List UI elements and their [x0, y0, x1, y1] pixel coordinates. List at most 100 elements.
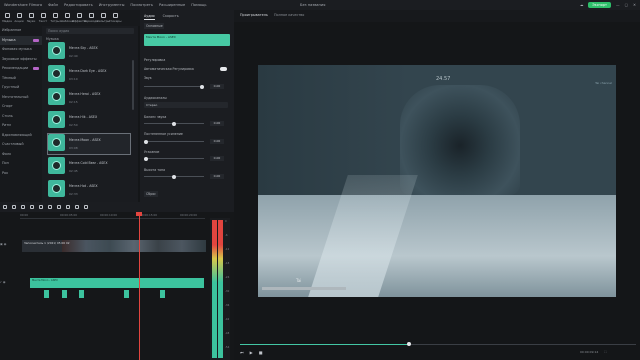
player-right-controls: 00:00:09:14 ⛶: [580, 350, 606, 354]
sidebar-item[interactable]: Избранное: [0, 26, 42, 36]
stop-icon[interactable]: ■: [259, 350, 263, 355]
video-track-head[interactable]: ▣ ◉: [0, 242, 20, 246]
audio-keyframe[interactable]: [160, 290, 165, 298]
undo-icon[interactable]: [3, 205, 7, 209]
prev-frame-icon[interactable]: ⏮: [240, 350, 244, 355]
balance-knob[interactable]: [172, 121, 176, 126]
menu-help[interactable]: Помощь: [191, 3, 206, 7]
playback-knob[interactable]: [407, 342, 411, 346]
tool-audio[interactable]: Звуки: [26, 10, 36, 26]
channel-select[interactable]: Стерео: [144, 102, 228, 108]
audio-keyframe[interactable]: [79, 290, 84, 298]
track-item[interactable]: Мечта Sky - ASEX 02:40: [48, 42, 130, 62]
fade-out-value[interactable]: 0.00: [210, 156, 224, 161]
fade-out-slider[interactable]: [144, 156, 204, 161]
pitch-value[interactable]: 0.00: [210, 174, 224, 179]
fullscreen-icon[interactable]: ⛶: [604, 350, 606, 354]
playhead-line[interactable]: [139, 213, 140, 360]
audio-keyframe[interactable]: [62, 290, 67, 298]
tool-media[interactable]: Медиа: [2, 10, 12, 26]
delete-icon[interactable]: [21, 205, 25, 209]
fade-in-value[interactable]: 0.00: [210, 139, 224, 144]
redo-icon[interactable]: [12, 205, 16, 209]
subtab-basic[interactable]: Основные: [144, 23, 164, 29]
sidebar-item[interactable]: Фоновая музыка: [0, 45, 42, 55]
video-preview[interactable]: 24.57 Tai channel Tai: [258, 65, 616, 297]
audio-clip[interactable]: Мечта Moon - ASEX: [30, 278, 204, 288]
sidebar-item[interactable]: Ритм: [0, 121, 42, 131]
sidebar-item[interactable]: Звуковые эффекты: [0, 55, 42, 65]
track-item[interactable]: Мечта Cold Bear - ASEX 02:45: [48, 157, 130, 177]
playhead-handle[interactable]: [136, 212, 142, 216]
reset-button[interactable]: Сброс: [144, 191, 158, 197]
pitch-slider[interactable]: [144, 174, 204, 179]
auto-adjust-toggle[interactable]: [220, 67, 227, 71]
track-item[interactable]: Мечта Heroi - ASEX 02:15: [48, 88, 130, 108]
sidebar-item[interactable]: Мечтательный: [0, 93, 42, 103]
time-ruler[interactable]: 00:00 00:00:05:00 00:00:10:00 00:00:15:0…: [20, 213, 205, 219]
tool-titles[interactable]: Титры: [50, 10, 60, 26]
close-icon[interactable]: ✕: [633, 3, 636, 7]
tab-speed[interactable]: Скорость: [163, 12, 179, 20]
tool-filters[interactable]: Фильтры: [96, 10, 110, 26]
app-menu[interactable]: Wondershare Filmora: [4, 3, 42, 7]
pitch-knob[interactable]: [172, 174, 176, 179]
tool-stock[interactable]: Акции: [14, 10, 24, 26]
keyframe-icon[interactable]: [75, 205, 79, 209]
balance-value[interactable]: 0.00: [210, 121, 224, 126]
speed-icon[interactable]: [48, 205, 52, 209]
category-sidebar: Избранное Музыка Фоновая музыка Звуковые…: [0, 26, 42, 202]
menu-file[interactable]: Файл: [48, 3, 58, 7]
crop-icon[interactable]: [39, 205, 43, 209]
audio-keyframe[interactable]: [124, 290, 129, 298]
sidebar-item[interactable]: Тёмный: [0, 74, 42, 84]
sidebar-item[interactable]: Спорт: [0, 102, 42, 112]
sidebar-item[interactable]: Рок: [0, 169, 42, 179]
search-input[interactable]: Поиск аудио: [46, 28, 134, 34]
menu-tools[interactable]: Инструменты: [99, 3, 125, 7]
sidebar-item[interactable]: Вдохновляющий: [0, 131, 42, 141]
menu-view[interactable]: Посмотреть: [130, 3, 153, 7]
audio-edit-icon[interactable]: [66, 205, 70, 209]
sidebar-item-music[interactable]: Музыка: [0, 35, 42, 45]
audio-keyframe[interactable]: [44, 290, 49, 298]
play-icon[interactable]: ▶: [250, 350, 253, 355]
cloud-icon[interactable]: ☁: [580, 3, 584, 7]
marker-icon[interactable]: [84, 205, 88, 209]
quality-select[interactable]: Полное качество: [274, 13, 304, 17]
audio-track-head[interactable]: ♪ ◉: [0, 280, 20, 284]
menu-advanced[interactable]: Расширенные: [159, 3, 185, 7]
tab-audio[interactable]: Аудио: [144, 12, 155, 20]
menu-edit[interactable]: Редактировать: [64, 3, 93, 7]
video-clip[interactable]: Заполнитель 1 (2021) 05:06 02: [22, 240, 206, 252]
tab-player[interactable]: Проигрыватель: [240, 13, 268, 17]
balance-slider[interactable]: [144, 121, 204, 126]
tool-stickers[interactable]: Стикеры: [109, 10, 121, 26]
tool-effects[interactable]: Эффекты: [72, 10, 86, 26]
color-icon[interactable]: [57, 205, 61, 209]
volume-slider[interactable]: [144, 84, 204, 89]
sidebar-item[interactable]: Поп: [0, 159, 42, 169]
tool-templates[interactable]: Шаблоны: [60, 10, 74, 26]
export-button[interactable]: Экспорт: [588, 2, 611, 8]
volume-value[interactable]: 0.00: [210, 84, 224, 89]
media-scrollbar[interactable]: [132, 60, 134, 110]
volume-knob[interactable]: [200, 84, 204, 89]
minimize-icon[interactable]: —: [616, 3, 620, 7]
tool-transitions[interactable]: Переходы: [84, 10, 98, 26]
track-item-selected[interactable]: Мечта Moon - ASEX 03:08: [47, 133, 131, 155]
tool-text[interactable]: Текст: [38, 10, 48, 26]
fade-in-slider[interactable]: [144, 139, 204, 144]
fade-out-knob[interactable]: [144, 156, 148, 161]
sidebar-item[interactable]: Фолк: [0, 150, 42, 160]
track-item[interactable]: Мечта Hot - ASEX 02:33: [48, 180, 130, 200]
sidebar-item[interactable]: Грустный: [0, 83, 42, 93]
sidebar-item[interactable]: Рекомендации: [0, 64, 42, 74]
cut-icon[interactable]: [30, 205, 34, 209]
sidebar-item[interactable]: Стиль: [0, 112, 42, 122]
fade-in-knob[interactable]: [144, 139, 148, 144]
track-item[interactable]: Мечта Dark Eye - ASEX 03:10: [48, 65, 130, 85]
maximize-icon[interactable]: ▢: [625, 3, 628, 7]
track-item[interactable]: Мечта Hik - ASEX 02:50: [48, 111, 130, 131]
sidebar-item[interactable]: Счастливый: [0, 140, 42, 150]
